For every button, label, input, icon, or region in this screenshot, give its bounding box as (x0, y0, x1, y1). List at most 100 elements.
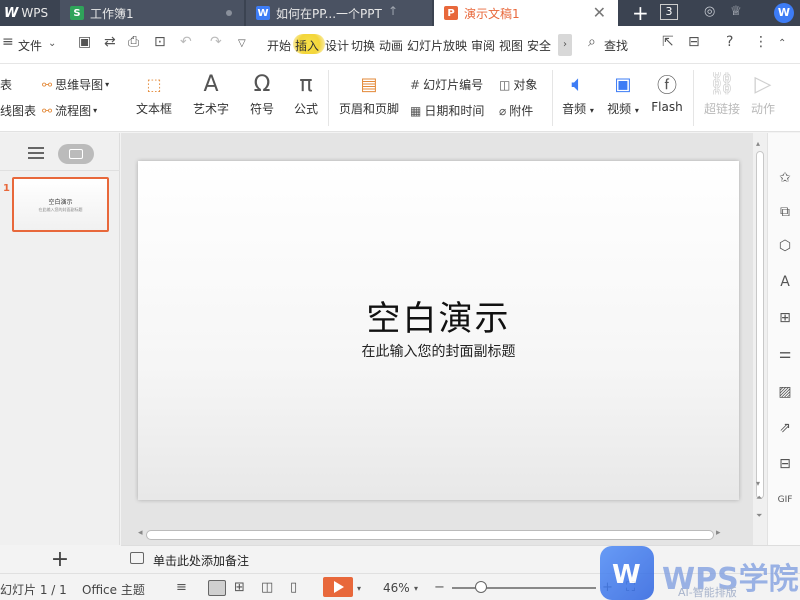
reading-view-icon[interactable]: ◫ (261, 580, 273, 595)
share-icon[interactable]: ⇱ (662, 34, 674, 50)
print-icon[interactable]: ⎙ (128, 34, 139, 50)
star-magic-icon[interactable]: ✩ (776, 169, 794, 187)
print-preview-icon[interactable]: ⊡ (154, 34, 166, 50)
play-slideshow-button[interactable] (323, 577, 353, 597)
search-label[interactable]: 查找 (604, 37, 628, 54)
tab-workbook[interactable]: S 工作簿1 (60, 0, 244, 26)
horizontal-scroll-thumb[interactable] (146, 530, 714, 540)
slide-thumbnail[interactable]: 空白演示 在此输入您的封面副标题 (12, 177, 109, 232)
slide-number-label: 幻灯片编号 (423, 78, 484, 92)
next-slide-icon[interactable]: ⏷ (756, 511, 762, 521)
skin-icon[interactable]: ♕ (730, 4, 742, 19)
hyperlink-button[interactable]: ⛓ 超链接 (700, 70, 744, 117)
menu-design[interactable]: 设计 (325, 37, 349, 54)
scroll-left-icon[interactable]: ◂ (138, 528, 143, 538)
menu-security[interactable]: 安全 (527, 37, 551, 54)
prev-slide-icon[interactable]: ⏶ (756, 493, 762, 503)
layers-icon[interactable]: ⧉ (776, 203, 794, 221)
mindmap-button[interactable]: ⚯ 思维导图 ▾ (42, 76, 109, 93)
vertical-scroll-thumb[interactable] (756, 151, 764, 499)
more-options-icon[interactable]: ⋮ (754, 34, 768, 50)
menu-transition[interactable]: 切换 (351, 37, 375, 54)
notes-placeholder[interactable]: 单击此处添加备注 (153, 552, 249, 569)
close-tab-icon[interactable]: ✕ (593, 3, 606, 22)
action-button[interactable]: ▷ 动作 (746, 70, 780, 117)
export-icon[interactable]: ⇗ (776, 419, 794, 437)
save-icon[interactable]: ▣ (78, 34, 91, 50)
collapse-ribbon-icon[interactable]: ⌃ (778, 38, 786, 49)
normal-view-icon[interactable] (208, 580, 226, 596)
document-icon: W (256, 6, 270, 20)
slide-title[interactable]: 空白演示 (138, 291, 739, 340)
settings-sliders-icon[interactable]: ⚌ (776, 345, 794, 363)
tab-presentation[interactable]: P 演示文稿1 ✕ (434, 0, 618, 26)
new-tab-icon[interactable]: + (632, 1, 649, 25)
more-tabs-chevron-icon[interactable]: › (558, 34, 572, 56)
slide-sorter-icon[interactable]: ⊞ (234, 580, 245, 595)
flash-button[interactable]: ⓕ Flash (648, 70, 686, 114)
cloud-sync-icon[interactable]: ◎ (704, 4, 715, 19)
redo-icon[interactable]: ↷ (210, 34, 222, 50)
menu-file[interactable]: 文件 (18, 37, 42, 54)
help-icon[interactable]: ? (726, 34, 733, 50)
slide-number-button[interactable]: # 幻灯片编号 (410, 76, 483, 93)
header-footer-button[interactable]: ▤ 页眉和页脚 (336, 70, 402, 117)
notes-toggle-icon[interactable]: ≡ (176, 580, 187, 595)
undo-icon[interactable]: ↶ (180, 34, 192, 50)
chevron-down-icon[interactable]: ▾ (357, 584, 361, 593)
chevron-down-icon: ▾ (589, 106, 594, 115)
attachment-button[interactable]: ⌀ 附件 (499, 102, 533, 119)
datetime-button[interactable]: ▦ 日期和时间 (410, 102, 484, 119)
customize-toolbar-icon[interactable]: ▽ (238, 38, 246, 49)
menu-home[interactable]: 开始 (267, 37, 291, 54)
search-icon[interactable]: ⌕ (588, 34, 596, 50)
horizontal-scrollbar[interactable]: ◂ ▸ (138, 528, 722, 542)
arttext-button[interactable]: A 艺术字 (187, 70, 235, 117)
tab-wps-home[interactable]: W WPS (0, 0, 58, 26)
chevron-down-icon[interactable]: ▾ (414, 584, 418, 593)
chevron-down-icon[interactable]: ⌄ (48, 38, 56, 49)
scroll-up-icon[interactable]: ▴ (756, 139, 760, 148)
image-icon[interactable]: ▨ (776, 383, 794, 401)
text-format-icon[interactable]: A (776, 273, 794, 291)
flowchart-button[interactable]: ⚯ 流程图 ▾ (42, 102, 97, 119)
ai-layout-label[interactable]: AI-智能排版 (678, 584, 737, 600)
menu-slideshow[interactable]: 幻灯片放映 (407, 37, 467, 54)
quick-output-icon[interactable]: ⇄ (104, 34, 116, 50)
avatar[interactable]: W (774, 3, 794, 23)
slide-subtitle[interactable]: 在此输入您的封面副标题 (138, 341, 739, 361)
formula-button[interactable]: π 公式 (290, 70, 322, 117)
thumbnail-view-button[interactable] (58, 144, 94, 164)
vertical-scrollbar[interactable]: ▴ ▾ ⏶ ⏷ (753, 133, 767, 545)
outline-view-icon[interactable] (28, 147, 44, 159)
audio-button[interactable]: 🔈︎ 音频 ▾ (559, 70, 597, 117)
theme-name[interactable]: Office 主题 (82, 581, 145, 598)
grid-layout-icon[interactable]: ⊞ (776, 309, 794, 327)
shapes-icon[interactable]: ⬡ (776, 237, 794, 255)
scroll-down-icon[interactable]: ▾ (756, 479, 760, 488)
menu-insert[interactable]: 插入 (295, 37, 319, 54)
hamburger-menu-icon[interactable]: ≡ (2, 34, 14, 50)
collaborate-icon[interactable]: ⊟ (688, 34, 700, 50)
zoom-out-icon[interactable]: − (434, 580, 445, 595)
outline-icon[interactable]: ▯ (290, 580, 297, 595)
archive-icon[interactable]: ⊟ (776, 455, 794, 473)
gif-icon[interactable]: GIF (776, 491, 794, 509)
add-slide-icon[interactable]: + (0, 543, 120, 577)
object-button[interactable]: ◫ 对象 (499, 76, 537, 93)
menu-view[interactable]: 视图 (499, 37, 523, 54)
window-count-badge[interactable]: 3 (660, 4, 678, 20)
zoom-slider-handle[interactable] (475, 581, 487, 593)
video-button[interactable]: ▣ 视频 ▾ (604, 70, 642, 117)
slide[interactable]: 空白演示 在此输入您的封面副标题 (138, 161, 739, 500)
menu-review[interactable]: 审阅 (471, 37, 495, 54)
scroll-right-icon[interactable]: ▸ (716, 528, 721, 538)
online-chart-partial-button[interactable]: 线图表 (0, 102, 36, 119)
zoom-slider-track[interactable] (452, 587, 596, 589)
symbol-button[interactable]: Ω 符号 (244, 70, 280, 117)
tab-document[interactable]: W 如何在PP...一个PPT ↑ (246, 0, 432, 26)
zoom-level[interactable]: 46% (383, 581, 410, 595)
chart-partial-button[interactable]: 表 (0, 76, 12, 93)
textbox-button[interactable]: ⬚ 文本框 (130, 70, 178, 117)
menu-animation[interactable]: 动画 (379, 37, 403, 54)
